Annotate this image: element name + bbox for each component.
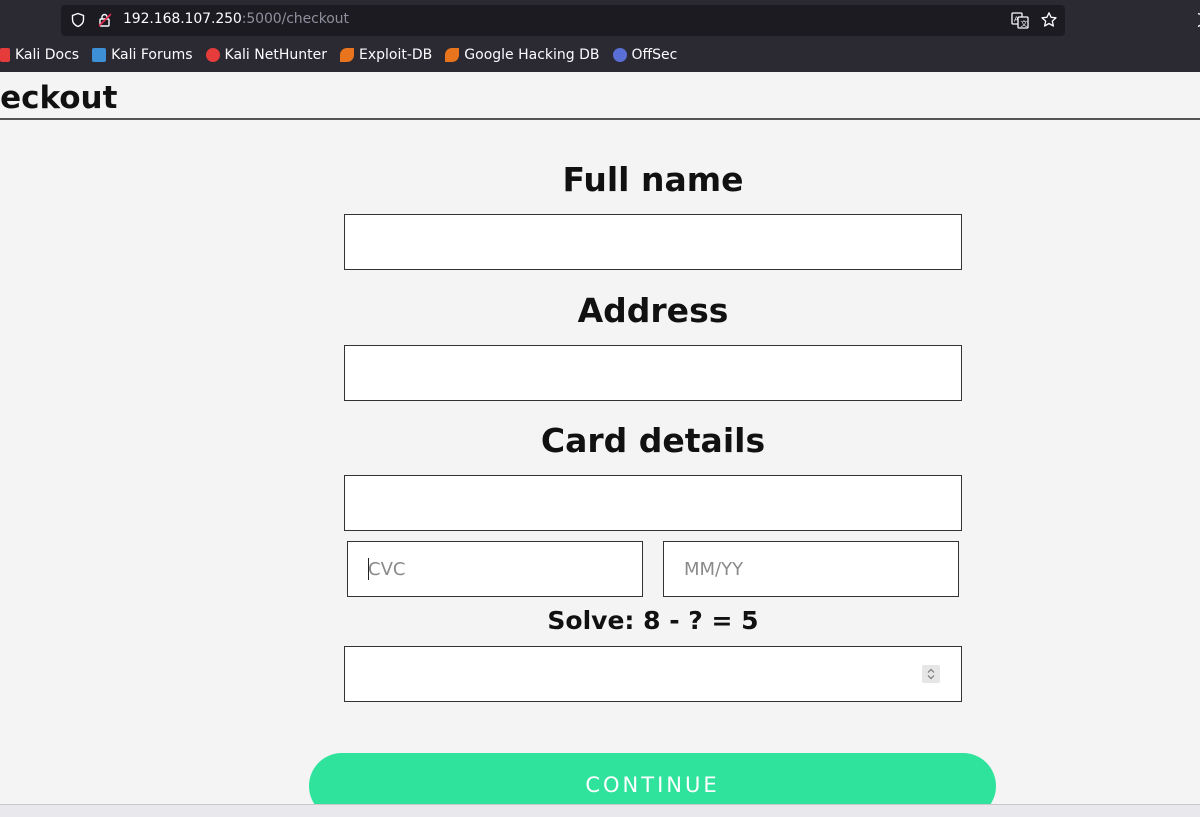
page-header: heckout xyxy=(0,72,1200,120)
card-number-input[interactable] xyxy=(344,475,962,531)
bookmark-label: Exploit-DB xyxy=(358,47,433,63)
page-title: heckout xyxy=(0,80,118,116)
bookmark-kali-nethunter[interactable]: Kali NetHunter xyxy=(205,47,327,63)
captcha-question: Solve: 8 - ? = 5 xyxy=(547,606,759,635)
bookmark-label: OffSec xyxy=(631,47,678,63)
exploit-db-icon xyxy=(339,48,354,62)
insecure-lock-icon[interactable] xyxy=(97,12,113,28)
address-input[interactable] xyxy=(344,345,962,401)
bookmark-offsec[interactable]: OffSec xyxy=(612,47,678,63)
full-name-label: Full name xyxy=(562,160,744,199)
cvc-input[interactable] xyxy=(347,541,643,597)
bookmark-exploit-db[interactable]: Exploit-DB xyxy=(339,47,433,63)
bookmark-kali-forums[interactable]: Kali Forums xyxy=(92,47,193,63)
kali-forums-icon xyxy=(92,48,107,62)
offsec-icon xyxy=(612,48,627,62)
bookmark-label: Kali Docs xyxy=(15,47,80,63)
url-text[interactable]: 192.168.107.250:5000/checkout xyxy=(123,11,349,27)
svg-text:A: A xyxy=(1014,16,1019,24)
text-caret xyxy=(368,558,369,580)
expiry-input[interactable] xyxy=(663,541,959,597)
url-host: 192.168.107.250 xyxy=(123,11,242,27)
ghdb-icon xyxy=(445,48,460,62)
shield-icon[interactable] xyxy=(70,12,86,28)
translate-icon[interactable]: A 文 xyxy=(1011,11,1029,29)
full-name-input[interactable] xyxy=(344,214,962,270)
number-spinner-icon[interactable] xyxy=(922,665,940,683)
kali-docs-icon xyxy=(0,48,10,62)
address-label: Address xyxy=(577,291,729,330)
bookmark-star-icon[interactable] xyxy=(1040,11,1058,29)
bookmark-kali-docs[interactable]: Kali Docs xyxy=(0,47,79,63)
bookmark-label: Kali Forums xyxy=(111,47,193,63)
card-details-label: Card details xyxy=(540,421,766,460)
browser-toolbar: 192.168.107.250:5000/checkout A 文 Kali D… xyxy=(0,0,1200,72)
url-path: :5000/checkout xyxy=(241,11,349,27)
svg-text:文: 文 xyxy=(1021,19,1028,28)
bookmarks-toolbar: Kali Docs Kali Forums Kali NetHunter Exp… xyxy=(0,44,690,66)
extension-shield-icon[interactable] xyxy=(1190,12,1200,28)
bookmark-label: Kali NetHunter xyxy=(224,47,327,63)
address-bar[interactable]: 192.168.107.250:5000/checkout A 文 xyxy=(61,5,1065,36)
bookmark-google-hacking-db[interactable]: Google Hacking DB xyxy=(445,47,600,63)
status-bar xyxy=(0,804,1200,817)
kali-nethunter-icon xyxy=(205,48,220,62)
captcha-answer-input[interactable] xyxy=(344,646,962,702)
bookmark-label: Google Hacking DB xyxy=(464,47,600,63)
